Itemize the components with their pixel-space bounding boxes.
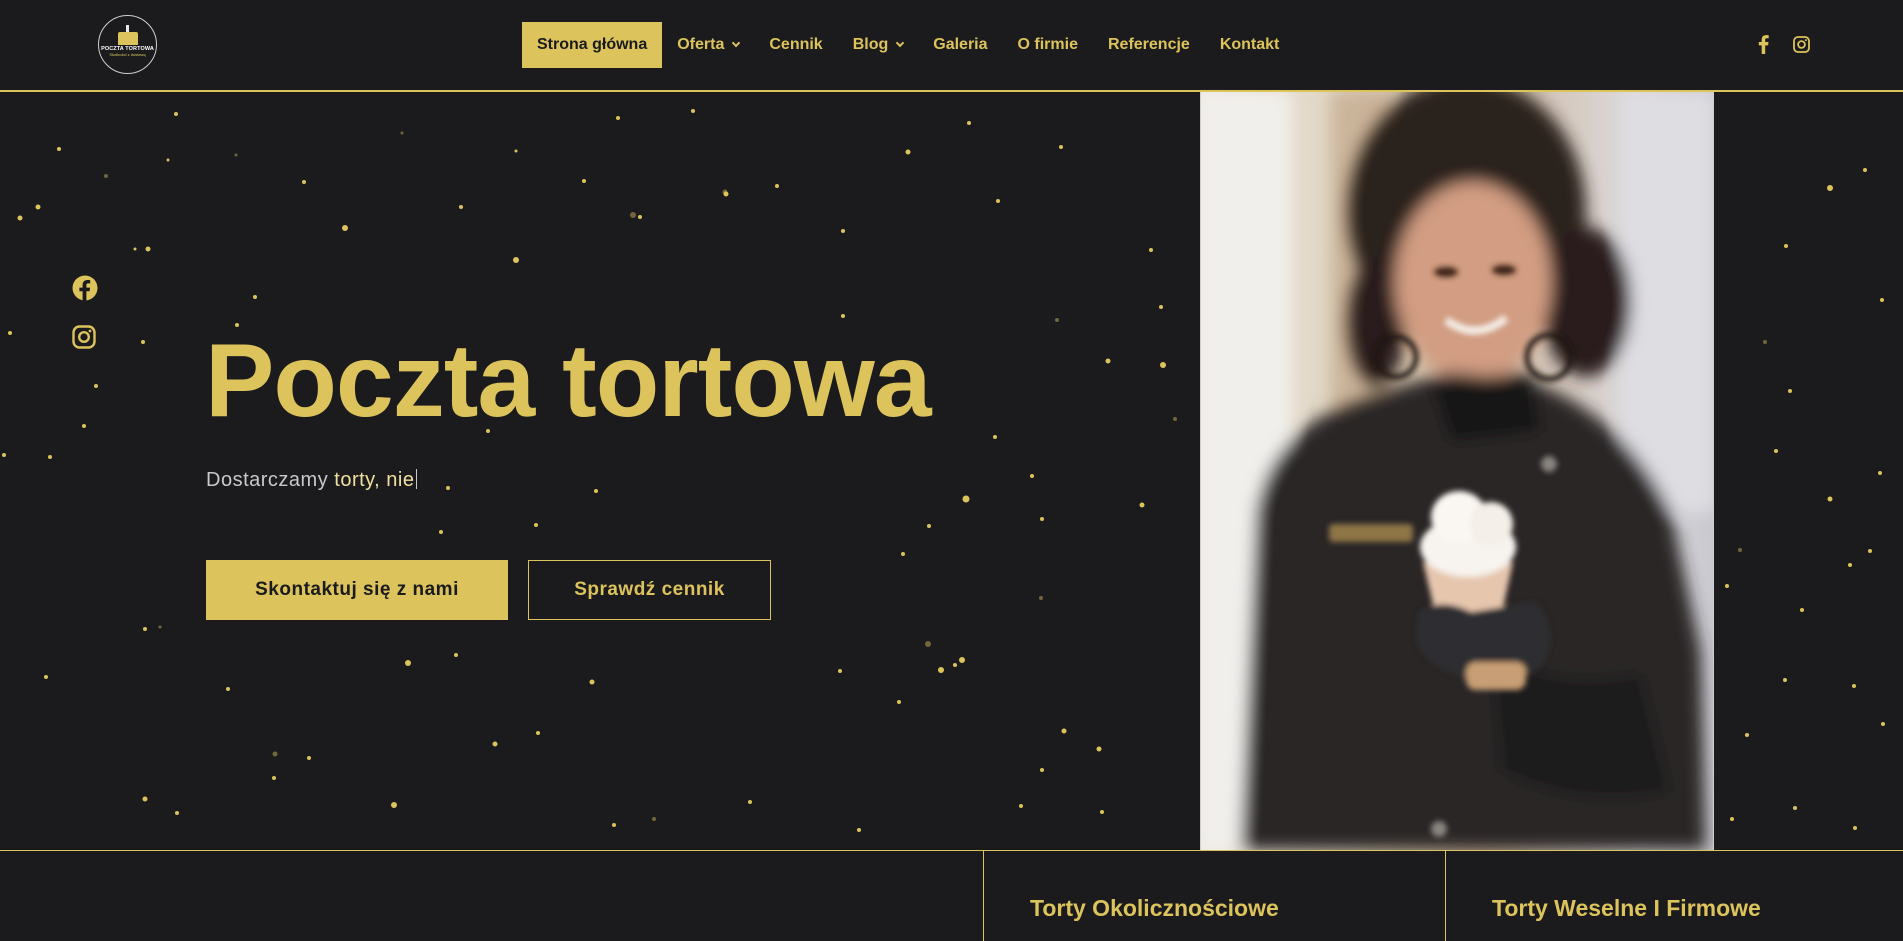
service-card-title: Torty Weselne I Firmowe — [1492, 895, 1761, 921]
nav-item-label: Cennik — [769, 36, 823, 53]
nav-item-label: O firmie — [1017, 36, 1078, 53]
nav-item-label: Referencje — [1107, 36, 1190, 53]
nav-item-o-firmie[interactable]: O firmie — [1003, 22, 1093, 68]
chevron-down-icon — [732, 38, 741, 48]
nav-item-kontakt[interactable]: Kontakt — [1205, 22, 1295, 68]
main-nav: Strona główna Oferta Cennik Blog Galeria… — [522, 22, 1294, 68]
hero-subtitle-static: Dostarczamy — [206, 469, 329, 491]
text-caret — [416, 469, 418, 489]
services-strip: Torty Okolicznościowe Torty Weselne I Fi… — [0, 850, 1903, 941]
chevron-down-icon — [896, 38, 905, 48]
facebook-icon[interactable] — [1752, 33, 1774, 55]
facebook-icon[interactable] — [72, 275, 98, 301]
instagram-icon[interactable] — [72, 325, 98, 351]
hero-subtitle: Dostarczamy torty, nie — [206, 469, 418, 492]
nav-item-blog[interactable]: Blog — [838, 22, 919, 68]
nav-item-galeria[interactable]: Galeria — [918, 22, 1002, 68]
contact-button[interactable]: Skontaktuj się z nami — [206, 560, 508, 620]
check-prices-button[interactable]: Sprawdź cennik — [528, 560, 771, 620]
service-card[interactable]: Torty Okolicznościowe — [983, 851, 1445, 941]
logo[interactable]: POCZTA TORTOWA Słodkości z dostawą — [98, 15, 157, 74]
nav-item-label: Strona główna — [537, 36, 648, 53]
nav-item-oferta[interactable]: Oferta — [662, 22, 754, 68]
hero-title: Poczta tortowa — [205, 323, 932, 439]
nav-item-label: Galeria — [933, 36, 988, 53]
nav-item-cennik[interactable]: Cennik — [754, 22, 837, 68]
hero-section: Poczta tortowa Dostarczamy torty, nie Sk… — [0, 92, 1903, 850]
service-card-title: Torty Okolicznościowe — [1030, 895, 1279, 921]
nav-item-referencje[interactable]: Referencje — [1093, 22, 1205, 68]
logo-subtitle: Słodkości z dostawą — [109, 52, 146, 58]
nav-item-label: Oferta — [677, 36, 725, 53]
nav-item-home[interactable]: Strona główna — [522, 22, 663, 68]
cake-logo-icon — [117, 24, 138, 45]
nav-item-label: Blog — [852, 36, 889, 53]
nav-item-label: Kontakt — [1219, 36, 1280, 53]
hero-subtitle-typed: torty, nie — [334, 469, 415, 491]
hero-photo — [1200, 92, 1714, 850]
site-header: POCZTA TORTOWA Słodkości z dostawą Stron… — [0, 0, 1903, 92]
instagram-icon[interactable] — [1790, 33, 1812, 55]
service-card[interactable]: Torty Weselne I Firmowe — [1445, 851, 1903, 941]
